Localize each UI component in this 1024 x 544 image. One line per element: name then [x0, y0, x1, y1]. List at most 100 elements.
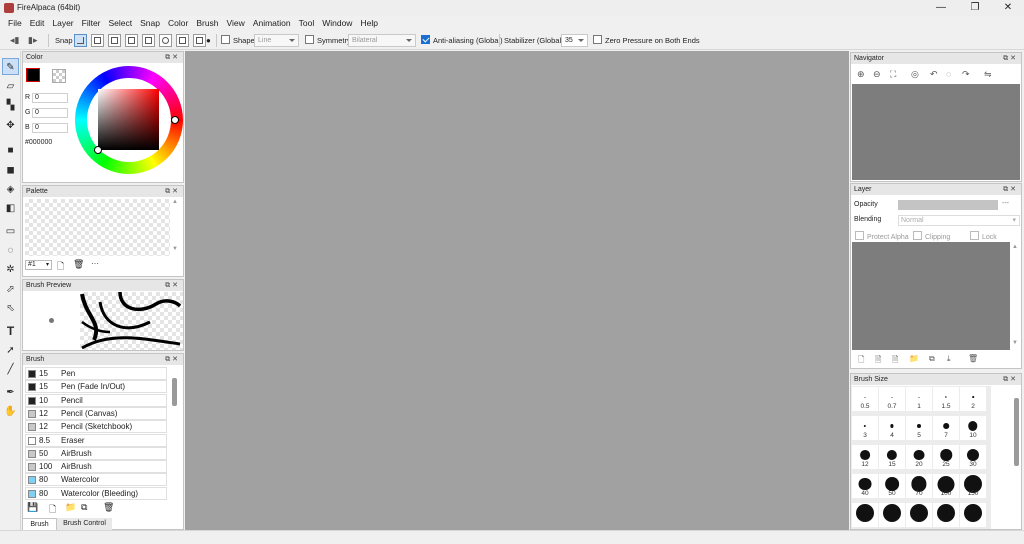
new-layer-icon[interactable]: 🗋: [858, 354, 864, 368]
brush-size-cell[interactable]: 70: [906, 474, 932, 498]
panel-float-close-icons[interactable]: ⧉✕: [165, 52, 180, 63]
menu-layer[interactable]: Layer: [48, 16, 77, 30]
select-eraser-tool-icon[interactable]: ⬁: [2, 300, 19, 317]
zero-pressure-checkbox[interactable]: Zero Pressure on Both Ends: [593, 34, 700, 47]
snap-vanishing-button[interactable]: [125, 34, 138, 47]
text-tool-icon[interactable]: T: [2, 323, 19, 340]
snap-parallel-button[interactable]: [91, 34, 104, 47]
snap-curve-button[interactable]: [176, 34, 189, 47]
brush-size-cell[interactable]: 40: [852, 474, 878, 498]
dot-tool-icon[interactable]: ▚: [2, 97, 19, 114]
color-marker[interactable]: [94, 146, 102, 154]
menu-tool[interactable]: Tool: [295, 16, 319, 30]
brush-size-cell[interactable]: 5: [906, 416, 932, 440]
rotate-left-icon[interactable]: ↶: [930, 69, 938, 80]
canvas-area[interactable]: [185, 51, 849, 530]
snap-radial-button[interactable]: [142, 34, 155, 47]
brush-item[interactable]: 8.5 Eraser: [25, 433, 167, 447]
snap-prev-icon[interactable]: ◂▮: [10, 34, 19, 47]
snap-next-icon[interactable]: ▮▸: [28, 34, 37, 47]
brush-size-cell[interactable]: 25: [933, 445, 959, 469]
snap-3d-button[interactable]: [193, 34, 206, 47]
eraser-tool-icon[interactable]: ▱: [2, 78, 19, 95]
brush-item[interactable]: 15 Pen (Fade In/Out): [25, 380, 167, 394]
new-8bit-layer-icon[interactable]: 🗎: [875, 354, 881, 368]
actual-size-icon[interactable]: ◎: [911, 69, 919, 80]
brush-size-cell[interactable]: 12: [852, 445, 878, 469]
background-color-swatch[interactable]: [52, 69, 66, 83]
brush-item[interactable]: 12 Pencil (Canvas): [25, 406, 167, 420]
brush-save-icon[interactable]: 💾: [27, 502, 38, 513]
lock-checkbox[interactable]: Lock: [970, 231, 997, 241]
layer-folder-icon[interactable]: 📁: [909, 354, 919, 363]
brush-size-cell[interactable]: [879, 503, 905, 527]
brush-size-cell[interactable]: 10: [960, 416, 986, 440]
palette-more-icon[interactable]: ···: [91, 259, 99, 268]
brush-size-cell[interactable]: 1.5: [933, 387, 959, 411]
menu-filter[interactable]: Filter: [78, 16, 105, 30]
stabilizer-select[interactable]: 35: [561, 34, 588, 47]
brush-size-cell[interactable]: [960, 503, 986, 527]
snap-settings-icon[interactable]: ●: [206, 34, 211, 47]
merge-down-icon[interactable]: ⤓: [947, 354, 951, 364]
lasso-tool-icon[interactable]: ◌: [2, 242, 19, 259]
divide-tool-icon[interactable]: ╱: [2, 361, 19, 378]
brush-list-scrollbar[interactable]: [172, 378, 177, 406]
symmetry-select[interactable]: Bilateral: [348, 34, 416, 47]
bucket-tool-icon[interactable]: ◈: [2, 181, 19, 198]
brush-item[interactable]: 100 AirBrush: [25, 460, 167, 474]
b-input[interactable]: 0: [32, 123, 68, 133]
menu-edit[interactable]: Edit: [26, 16, 49, 30]
brush-size-cell[interactable]: 0.5: [852, 387, 878, 411]
brush-item[interactable]: 12 Pencil (Sketchbook): [25, 420, 167, 434]
tab-brush-control[interactable]: Brush Control: [57, 518, 112, 530]
rect-fill-tool-icon[interactable]: ■: [2, 142, 19, 159]
magic-wand-tool-icon[interactable]: ✲: [2, 261, 19, 278]
scroll-up-icon[interactable]: ▲: [172, 199, 178, 205]
minimize-button[interactable]: —: [928, 1, 954, 15]
protect-alpha-checkbox[interactable]: Protect Alpha: [855, 231, 909, 241]
foreground-color-swatch[interactable]: [25, 67, 41, 83]
brush-size-cell[interactable]: 2: [960, 387, 986, 411]
zoom-out-icon[interactable]: ⊖: [873, 69, 881, 80]
opacity-slider[interactable]: [898, 200, 998, 210]
brush-size-cell[interactable]: 150: [960, 474, 986, 498]
delete-layer-icon[interactable]: 🗑: [968, 354, 978, 363]
brush-size-cell[interactable]: [933, 503, 959, 527]
brush-size-cell[interactable]: [852, 503, 878, 527]
move-tool-icon[interactable]: ✥: [2, 117, 19, 134]
menu-brush[interactable]: Brush: [192, 16, 222, 30]
brush-size-cell[interactable]: 50: [879, 474, 905, 498]
symmetry-checkbox[interactable]: Symmetry: [305, 34, 351, 47]
eyedropper-tool-icon[interactable]: ✒: [2, 384, 19, 401]
fill-tool-icon[interactable]: ◼: [2, 162, 19, 179]
new-palette-icon[interactable]: 🗋: [57, 259, 64, 275]
new-1bit-layer-icon[interactable]: 🗎: [892, 354, 898, 368]
menu-help[interactable]: Help: [356, 16, 381, 30]
duplicate-brush-icon[interactable]: ⧉: [81, 502, 87, 513]
panel-float-close-icons[interactable]: ⧉✕: [1003, 374, 1018, 385]
brush-item[interactable]: 10 Pencil: [25, 393, 167, 407]
maximize-button[interactable]: ❐: [962, 1, 988, 15]
delete-brush-icon[interactable]: 🗑: [103, 502, 114, 513]
panel-float-close-icons[interactable]: ⧉✕: [165, 186, 180, 197]
shape-select[interactable]: Line: [254, 34, 299, 47]
brush-item[interactable]: 50 AirBrush: [25, 446, 167, 460]
operation-tool-icon[interactable]: ➚: [2, 342, 19, 359]
brush-size-cell[interactable]: 30: [960, 445, 986, 469]
scroll-down-icon[interactable]: ▼: [172, 246, 178, 252]
palette-grid[interactable]: [25, 199, 170, 256]
close-button[interactable]: ✕: [995, 1, 1021, 15]
reset-rotation-icon[interactable]: ◌: [946, 69, 951, 79]
menu-view[interactable]: View: [223, 16, 249, 30]
panel-float-close-icons[interactable]: ⧉✕: [1003, 184, 1018, 195]
select-pen-tool-icon[interactable]: ⬀: [2, 281, 19, 298]
brush-folder-icon[interactable]: 📁: [65, 502, 76, 513]
brush-size-cell[interactable]: 15: [879, 445, 905, 469]
panel-float-close-icons[interactable]: ⧉✕: [165, 280, 180, 291]
palette-selector[interactable]: #1 ▾: [25, 260, 52, 270]
menu-select[interactable]: Select: [105, 16, 137, 30]
gradient-tool-icon[interactable]: ◧: [2, 200, 19, 217]
g-input[interactable]: 0: [32, 108, 68, 118]
tab-brush[interactable]: Brush: [23, 518, 57, 530]
